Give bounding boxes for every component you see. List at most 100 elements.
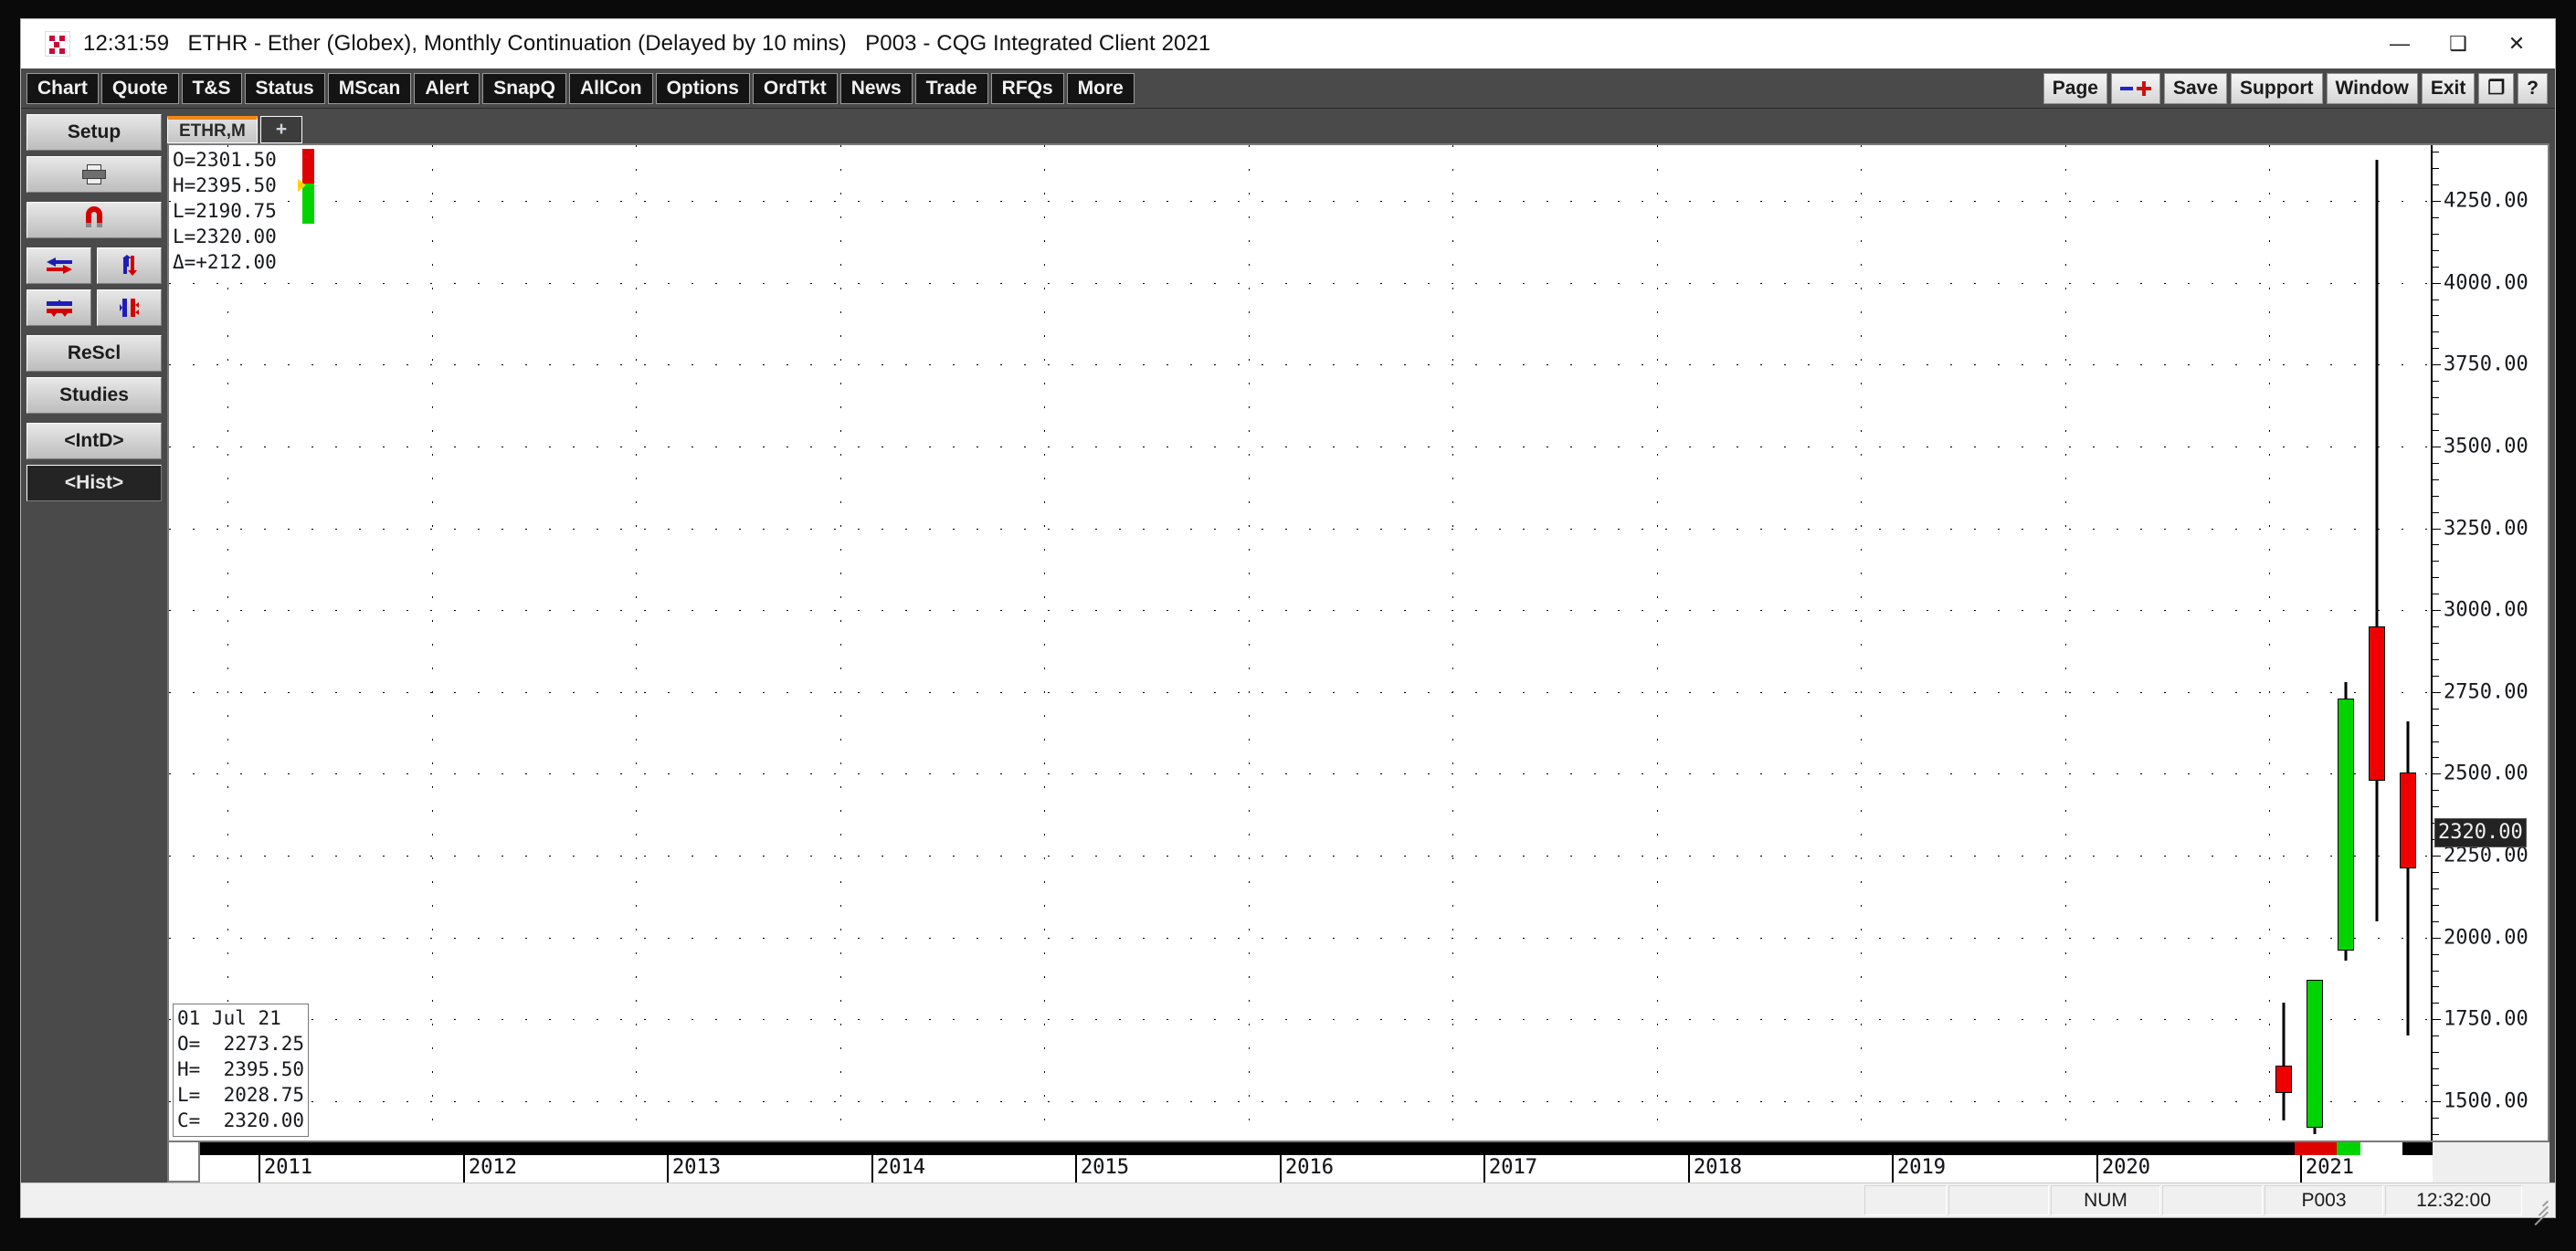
tab-ethr-monthly[interactable]: ETHR,M bbox=[167, 116, 258, 143]
save-button[interactable]: Save bbox=[2164, 73, 2227, 104]
window-button[interactable]: Window bbox=[2327, 73, 2418, 104]
toolbar-button-ordtkt[interactable]: OrdTkt bbox=[753, 73, 838, 104]
toolbar-button-snapq[interactable]: SnapQ bbox=[482, 73, 566, 104]
price-axis-minor-tick bbox=[2433, 397, 2439, 398]
grid-line-horizontal bbox=[169, 692, 2431, 693]
time-axis-label: 2015 bbox=[1081, 1156, 1129, 1179]
price-axis-minor-tick bbox=[2433, 217, 2439, 218]
price-axis-minor-tick bbox=[2433, 267, 2439, 268]
help-button[interactable]: ? bbox=[2518, 73, 2548, 104]
price-axis-label: 3500.00 bbox=[2444, 436, 2528, 458]
grid-line-horizontal bbox=[169, 1019, 2431, 1020]
close-button[interactable]: ✕ bbox=[2487, 19, 2546, 68]
time-axis-tick bbox=[1892, 1155, 1894, 1183]
help-icon: ? bbox=[2527, 78, 2539, 100]
price-axis-minor-tick bbox=[2433, 1085, 2439, 1086]
sidebar-item-compress-horizontal[interactable] bbox=[26, 289, 91, 326]
price-axis-minor-tick bbox=[2433, 561, 2439, 562]
price-axis-minor-tick bbox=[2433, 659, 2439, 660]
page-button[interactable]: Page bbox=[2043, 73, 2107, 104]
current-bar-legend bbox=[2295, 1142, 2402, 1155]
price-axis[interactable]: 4250.00 4000.00 3750.00 3500.00 3250.00 3000.… bbox=[2431, 145, 2548, 1141]
sidebar-item-scroll-horizontal[interactable] bbox=[26, 247, 91, 284]
sidebar-item-intraday[interactable]: <IntD> bbox=[26, 423, 162, 459]
zoom-button[interactable] bbox=[2111, 73, 2160, 104]
toolbar-button-status[interactable]: Status bbox=[245, 73, 325, 104]
time-axis-label: 2020 bbox=[2102, 1156, 2150, 1179]
candlestick-body bbox=[2369, 626, 2385, 781]
maximize-button[interactable]: ❑ bbox=[2429, 19, 2487, 68]
resize-grip[interactable] bbox=[2524, 1185, 2551, 1215]
price-axis-minor-tick bbox=[2433, 872, 2439, 873]
price-axis-minor-tick bbox=[2433, 626, 2439, 627]
toolbar-button-mscan[interactable]: MScan bbox=[328, 73, 412, 104]
price-axis-minor-tick bbox=[2433, 1003, 2439, 1004]
sidebar-item-history[interactable]: <Hist> bbox=[26, 465, 162, 501]
toolbar-button-allcon[interactable]: AllCon bbox=[569, 73, 653, 104]
sidebar-item-compress-vertical[interactable] bbox=[97, 289, 162, 326]
grid-line-vertical bbox=[2269, 145, 2270, 1141]
sidebar-item-setup[interactable]: Setup bbox=[26, 114, 162, 151]
sidebar-item-magnet[interactable] bbox=[26, 202, 162, 238]
minimize-button[interactable]: — bbox=[2370, 19, 2429, 68]
vertical-arrows-icon bbox=[119, 254, 141, 278]
price-axis-minor-tick bbox=[2433, 577, 2439, 578]
sidebar-item-studies[interactable]: Studies bbox=[26, 377, 162, 414]
toolbar-button-more[interactable]: More bbox=[1067, 73, 1135, 104]
time-axis-label: 2011 bbox=[264, 1156, 312, 1179]
candlestick-wick bbox=[2283, 1003, 2286, 1120]
toolbar-button-options[interactable]: Options bbox=[656, 73, 750, 104]
price-axis-minor-tick bbox=[2433, 643, 2439, 644]
sidebar-item-scroll-vertical[interactable] bbox=[97, 247, 162, 284]
status-cell-3 bbox=[2162, 1185, 2263, 1215]
sidebar-item-rescale[interactable]: ReScl bbox=[26, 335, 162, 372]
price-axis-minor-tick bbox=[2433, 479, 2439, 480]
window-controls: — ❑ ✕ bbox=[2370, 19, 2546, 68]
price-axis-minor-tick bbox=[2433, 184, 2439, 185]
price-axis-minor-tick bbox=[2433, 971, 2439, 972]
add-tab-button[interactable]: + bbox=[260, 116, 302, 143]
axis-corner-box[interactable] bbox=[167, 1142, 200, 1183]
grid-line-vertical bbox=[1044, 145, 1045, 1141]
restore-window-button[interactable]: ❐ bbox=[2478, 73, 2514, 104]
price-axis-minor-tick bbox=[2433, 1035, 2439, 1036]
time-axis-band bbox=[200, 1142, 2433, 1155]
chart-frame: O=2301.50 H=2395.50 L=2190.75 L=2320.00 … bbox=[167, 143, 2550, 1142]
sidebar-item-print[interactable] bbox=[26, 156, 162, 193]
title-bar: 12:31:59 ETHR - Ether (Globex), Monthly … bbox=[21, 19, 2555, 68]
plot-area[interactable] bbox=[169, 145, 2431, 1141]
bar-quote-box: 01 Jul 21 O= 2273.25 H= 2395.50 L= 2028.… bbox=[173, 1004, 309, 1137]
chart-sidebar: Setup ReScl Studies <IntD> <Hist> bbox=[21, 109, 167, 1183]
time-axis[interactable]: 2011 2012 2013 2014 2015 2016 2017 2018 2019 2020… bbox=[200, 1142, 2433, 1183]
support-button[interactable]: Support bbox=[2231, 73, 2322, 104]
exit-button[interactable]: Exit bbox=[2422, 73, 2476, 104]
grid-line-horizontal bbox=[169, 529, 2431, 530]
grid-line-vertical bbox=[1861, 145, 1862, 1141]
magnet-icon bbox=[82, 206, 106, 234]
toolbar-button-news[interactable]: News bbox=[840, 73, 913, 104]
plot-area-wrapper[interactable]: O=2301.50 H=2395.50 L=2190.75 L=2320.00 … bbox=[169, 145, 2431, 1141]
time-axis-label: 2012 bbox=[469, 1156, 517, 1179]
printer-icon bbox=[82, 164, 106, 184]
toolbar-button-alert[interactable]: Alert bbox=[414, 73, 480, 104]
status-num-indicator: NUM bbox=[2051, 1185, 2160, 1215]
price-axis-tick bbox=[2433, 201, 2441, 202]
sidebar-scroll-pair bbox=[26, 247, 162, 284]
time-axis-tick bbox=[871, 1155, 873, 1183]
sidebar-compress-pair bbox=[26, 289, 162, 326]
time-axis-tick bbox=[2096, 1155, 2098, 1183]
price-axis-minor-tick bbox=[2433, 234, 2439, 235]
time-axis-tick bbox=[259, 1155, 260, 1183]
toolbar-button-quote[interactable]: Quote bbox=[101, 73, 179, 104]
time-axis-tick bbox=[2300, 1155, 2302, 1183]
toolbar-button-chart[interactable]: Chart bbox=[26, 73, 99, 104]
grid-line-horizontal bbox=[169, 283, 2431, 284]
toolbar-button-trade[interactable]: Trade bbox=[915, 73, 988, 104]
price-axis-minor-tick bbox=[2433, 986, 2439, 987]
grid-line-horizontal bbox=[169, 938, 2431, 939]
price-axis-tick bbox=[2433, 529, 2441, 530]
price-axis-tick bbox=[2433, 1101, 2441, 1102]
toolbar-button-t-s[interactable]: T&S bbox=[182, 73, 242, 104]
toolbar-button-rfqs[interactable]: RFQs bbox=[991, 73, 1064, 104]
price-axis-minor-tick bbox=[2433, 315, 2439, 316]
